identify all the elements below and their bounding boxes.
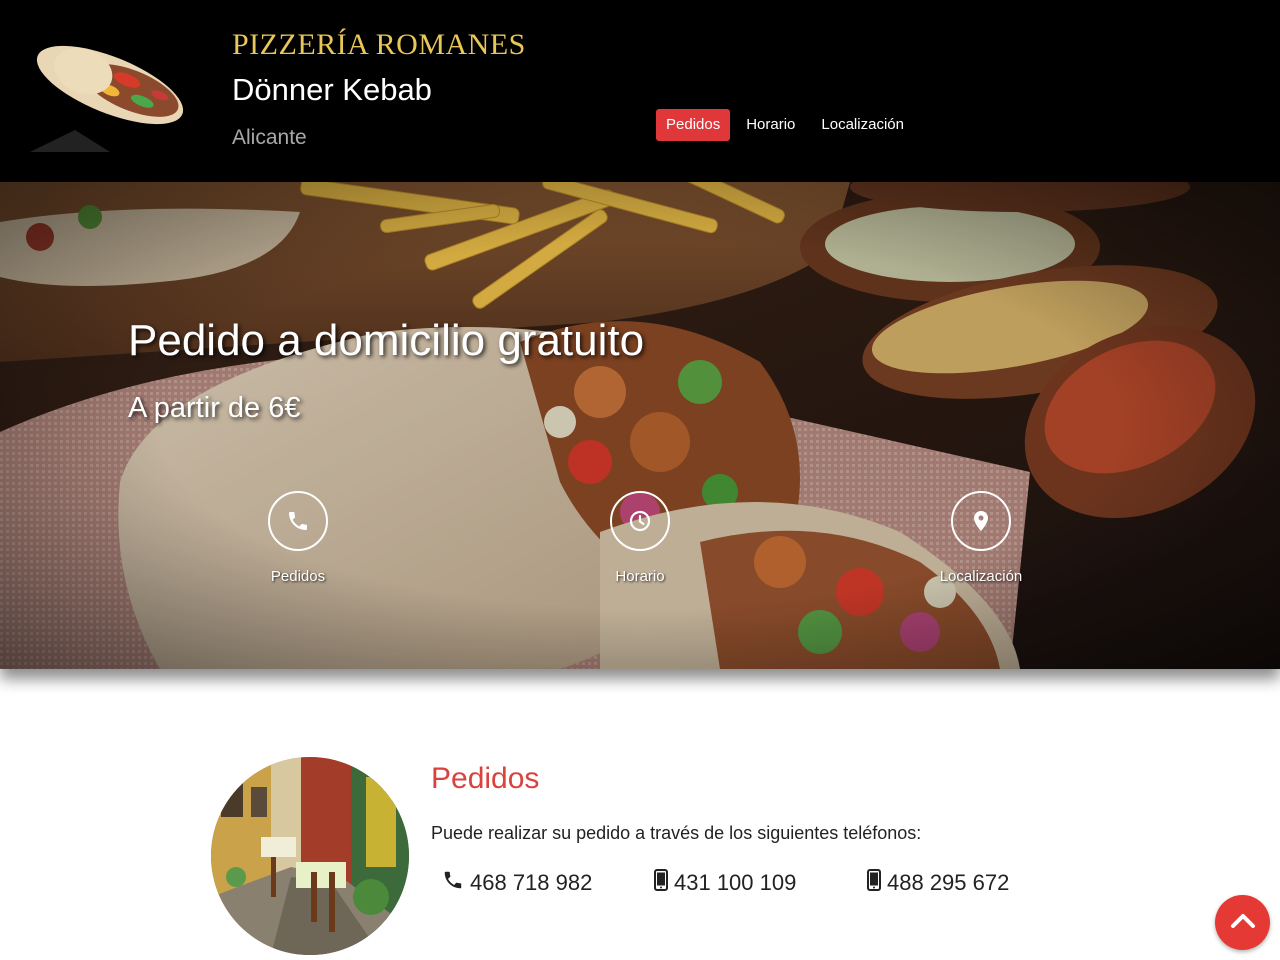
hero-button-pedidos[interactable]: Pedidos bbox=[228, 491, 368, 585]
nav-pedidos[interactable]: Pedidos bbox=[656, 109, 731, 141]
orders-title: Pedidos bbox=[431, 762, 540, 795]
brand-city: Alicante bbox=[232, 126, 307, 149]
restaurant-street-photo bbox=[211, 757, 409, 955]
clock-icon bbox=[610, 491, 670, 551]
phone-number-2[interactable]: 431 100 109 bbox=[654, 869, 796, 897]
mobile-icon bbox=[867, 869, 881, 897]
nav-localizacion[interactable]: Localización bbox=[811, 109, 914, 141]
main-nav: Pedidos Horario Localización bbox=[656, 109, 920, 141]
kebab-logo[interactable] bbox=[20, 30, 200, 158]
hero-food-image bbox=[0, 182, 1280, 669]
phone-icon bbox=[442, 869, 464, 897]
phone-number-text: 431 100 109 bbox=[674, 870, 797, 895]
orders-description: Puede realizar su pedido a través de los… bbox=[431, 823, 922, 843]
chevron-up-icon bbox=[1230, 911, 1256, 934]
scroll-to-top-button[interactable] bbox=[1215, 895, 1270, 950]
hero-button-localizacion[interactable]: Localización bbox=[911, 491, 1051, 585]
phone-number-text: 488 295 672 bbox=[887, 870, 1010, 895]
hero-button-horario[interactable]: Horario bbox=[570, 491, 710, 585]
hero-title: Pedido a domicilio gratuito bbox=[128, 316, 645, 365]
phone-icon bbox=[268, 491, 328, 551]
hero-button-label: Localización bbox=[939, 568, 1023, 585]
hero-banner: Pedido a domicilio gratuito A partir de … bbox=[0, 182, 1280, 669]
hero-subtitle: A partir de 6€ bbox=[128, 392, 301, 424]
nav-horario[interactable]: Horario bbox=[736, 109, 805, 141]
brand-title: PIZZERÍA ROMANES bbox=[232, 28, 526, 61]
phone-number-text: 468 718 982 bbox=[470, 870, 593, 895]
hero-button-label: Horario bbox=[615, 568, 665, 585]
mobile-icon bbox=[654, 869, 668, 897]
phone-number-3[interactable]: 488 295 672 bbox=[867, 869, 1009, 897]
phone-number-1[interactable]: 468 718 982 bbox=[442, 869, 592, 897]
brand-subtitle: Dönner Kebab bbox=[232, 72, 432, 107]
hero-button-label: Pedidos bbox=[270, 568, 326, 585]
site-header: PIZZERÍA ROMANES Dönner Kebab Alicante P… bbox=[0, 0, 1280, 182]
map-pin-icon bbox=[951, 491, 1011, 551]
